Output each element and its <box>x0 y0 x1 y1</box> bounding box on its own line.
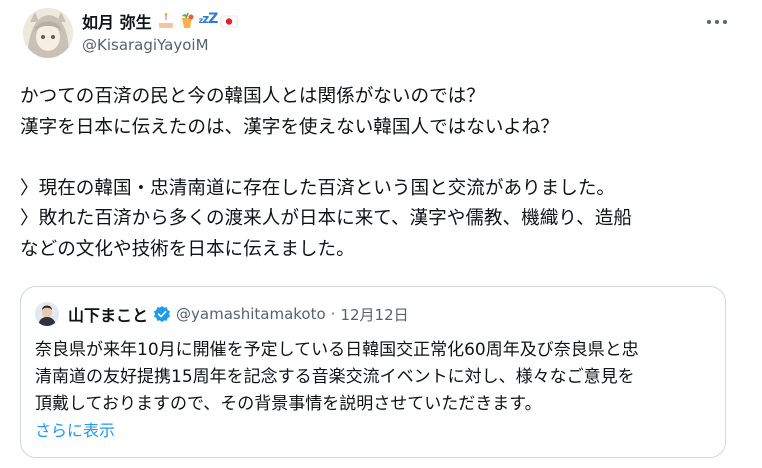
verified-badge-icon <box>153 305 171 323</box>
tweet-text-line: かつての百済の民と今の韓国人とは関係がないのでは？ <box>20 86 485 107</box>
quoted-tweet-card[interactable]: 山下まこと @yamashitamakoto · 12月12日 奈良県が来年10… <box>20 286 726 458</box>
quoted-tweet-date[interactable]: 12月12日 <box>340 304 408 325</box>
quoted-tweet-text: 奈良県が来年10月に開催を予定している日韓国交正常化60周年及び奈良県と忠 清南… <box>35 337 715 418</box>
quoted-author-handle: @yamashitamakoto <box>176 305 326 323</box>
more-options-button[interactable] <box>703 12 731 32</box>
quoted-author-name: 山下まこと <box>68 306 149 325</box>
tweet-text-line: などの文化や技術を日本に伝えました。 <box>20 238 355 260</box>
japan-flag-icon <box>221 15 238 28</box>
quoted-text-line: 清南道の友好提携15周年を記念する音楽交流イベントに対し、様々なご意見を <box>35 367 635 387</box>
show-more-link[interactable]: さらに表示 <box>35 417 115 441</box>
author-display-name[interactable]: 如月 弥生 <box>82 9 152 33</box>
quoted-tweet-header: 山下まこと @yamashitamakoto · 12月12日 <box>68 302 409 326</box>
tweet-text: かつての百済の民と今の韓国人とは関係がないのでは？ 漢字を日本に伝えたのは、漢字… <box>20 82 740 265</box>
author-name-row: 如月 弥生 zzZ <box>82 10 238 32</box>
quoted-author-avatar <box>35 302 59 326</box>
tweet-text-line: 〉敗れた百済から多くの渡来人が日本に来て、漢字や儒教、機織り、造船 <box>20 208 632 229</box>
tropical-drink-icon <box>181 12 194 28</box>
quoted-text-line: 頂戴しておりますので、その背景事情を説明させていただきます。 <box>35 394 542 414</box>
cake-emoji-icon <box>158 13 173 28</box>
header-separator: · <box>330 305 336 323</box>
tweet: 如月 弥生 zzZ @KisaragiYayoiM かつての百済の民と今の韓国人… <box>0 0 762 468</box>
tweet-text-line: 〉現在の韓国・忠清南道に存在した百済という国と交流がありました。 <box>20 177 616 199</box>
sleeping-zzz-icon: zzZ <box>198 11 219 27</box>
tweet-text-line: 漢字を日本に伝えたのは、漢字を使えない韓国人ではないよね？ <box>20 116 559 138</box>
author-handle[interactable]: @KisaragiYayoiM <box>82 36 209 54</box>
more-dots-icon <box>707 20 727 24</box>
quoted-text-line: 奈良県が来年10月に開催を予定している日韓国交正常化60周年及び奈良県と忠 <box>35 340 639 360</box>
tweet-text-blank-line <box>20 143 740 174</box>
author-avatar[interactable] <box>23 8 73 58</box>
